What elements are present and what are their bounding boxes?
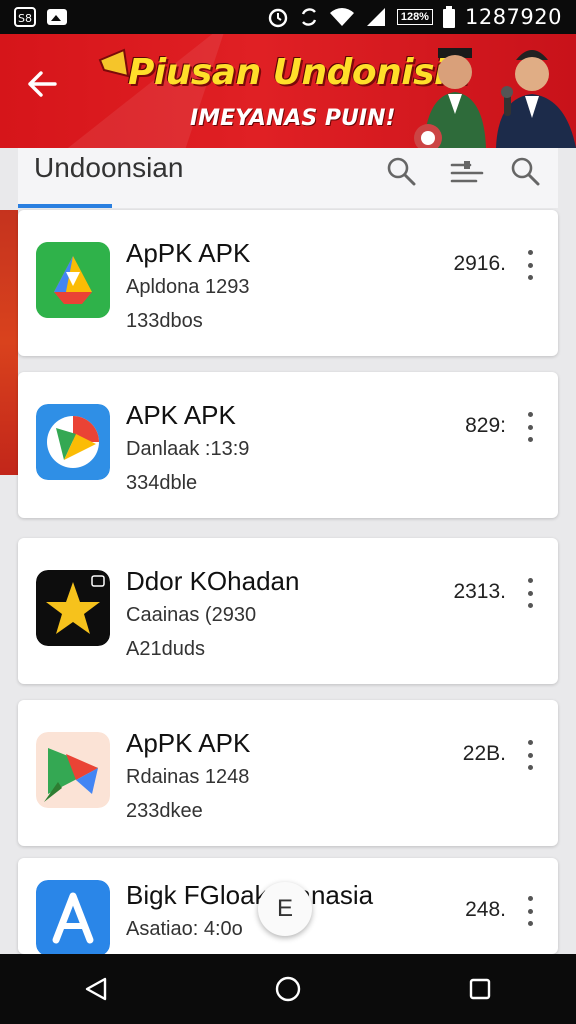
google-drive-icon: [36, 242, 110, 318]
app-list-item[interactable]: Ddor KOhadan Caainas (2930 A21duds 2313.: [18, 538, 558, 684]
app-name: ApPK APK: [126, 728, 251, 758]
dot-icon: [527, 921, 533, 926]
maps-icon: [36, 404, 110, 480]
app-name: Bigk FGloak Inanasia: [126, 880, 374, 910]
dot-icon: [527, 752, 533, 758]
people-illustration: [414, 48, 576, 148]
app-downloads: 334dble: [126, 472, 198, 494]
wifi-icon: [329, 7, 355, 27]
image-icon: [46, 8, 68, 26]
more-options-button[interactable]: [522, 578, 538, 608]
nav-recents-button[interactable]: [450, 959, 510, 1019]
app-meta: Danlaak :13:9: [126, 438, 250, 460]
dot-icon: [527, 275, 533, 280]
active-tab-indicator: [18, 204, 112, 208]
star-icon: [36, 570, 110, 646]
app-downloads: 133dbos: [126, 310, 203, 332]
home-icon: [275, 976, 301, 1002]
app-name: ApPK APK: [126, 238, 251, 268]
app-meta: Rdainas 1248: [126, 766, 250, 788]
dot-icon: [527, 590, 533, 596]
dot-icon: [527, 412, 533, 417]
sync-icon: [299, 6, 319, 28]
dot-icon: [527, 765, 533, 770]
search-icon: [387, 157, 416, 186]
search-bar[interactable]: Undoonsian: [18, 148, 558, 208]
filter-icon: [450, 161, 484, 183]
app-downloads: 233dkee: [126, 800, 203, 822]
search-icon: [511, 157, 540, 186]
battery-icon: [442, 6, 455, 28]
clock: 1287920: [464, 5, 562, 29]
floating-action-button[interactable]: E: [258, 882, 312, 936]
nav-back-button[interactable]: [66, 959, 126, 1019]
play-icon: [36, 732, 110, 808]
app-number: 2313.: [453, 580, 506, 603]
app-list-item[interactable]: APK APK Danlaak :13:9 334dble 829:: [18, 372, 558, 518]
app-meta: Asatiao: 4:0o: [126, 918, 243, 940]
app-number: 829:: [465, 414, 506, 437]
more-options-button[interactable]: [522, 412, 538, 442]
navigation-bar: [0, 954, 576, 1024]
signal-icon: [365, 7, 387, 27]
app-meta: Caainas (2930: [126, 604, 257, 626]
nav-home-button[interactable]: [258, 959, 318, 1019]
dot-icon: [527, 578, 533, 583]
dot-icon: [527, 424, 533, 430]
back-button[interactable]: [22, 64, 62, 104]
dot-icon: [527, 740, 533, 745]
sim-icon: S8: [14, 7, 36, 27]
dot-icon: [527, 908, 533, 914]
svg-text:S8: S8: [18, 12, 32, 25]
app-name: APK APK: [126, 400, 236, 430]
back-icon: [85, 977, 107, 1001]
banner: Piusan Undonisia IMEYANAS PUIN!: [0, 34, 576, 148]
battery-percent: 128%: [396, 9, 433, 25]
dot-icon: [527, 262, 533, 268]
dot-icon: [527, 603, 533, 608]
app-name: Ddor KOhadan: [126, 566, 300, 596]
app-number: 2916.: [453, 252, 506, 275]
app-meta: Apldona 1293: [126, 276, 250, 298]
app-list-item[interactable]: ApPK APK Apldona 1293 133dbos 2916.: [18, 210, 558, 356]
search-query[interactable]: Undoonsian: [34, 152, 183, 184]
alarm-icon: [267, 6, 289, 28]
more-options-button[interactable]: [522, 250, 538, 280]
status-bar: S8 128% 1287920: [0, 0, 576, 34]
search-button[interactable]: [384, 154, 418, 188]
arrow-left-icon: [28, 71, 57, 97]
more-options-button[interactable]: [522, 740, 538, 770]
more-options-button[interactable]: [522, 896, 538, 926]
app-number: 248.: [465, 898, 506, 921]
app-downloads: A21duds: [126, 638, 205, 660]
banner-subtitle: IMEYANAS PUIN!: [190, 106, 396, 131]
search-button-2[interactable]: [508, 154, 542, 188]
app-store-icon: [36, 880, 110, 956]
filter-button[interactable]: [450, 154, 484, 188]
dot-icon: [527, 250, 533, 255]
dot-icon: [527, 437, 533, 442]
side-decoration: [0, 210, 18, 475]
app-list-item[interactable]: ApPK APK Rdainas 1248 233dkee 22B.: [18, 700, 558, 846]
fab-label: E: [276, 895, 293, 922]
app-number: 22B.: [462, 742, 506, 765]
recents-icon: [469, 978, 491, 1000]
dot-icon: [527, 896, 533, 901]
